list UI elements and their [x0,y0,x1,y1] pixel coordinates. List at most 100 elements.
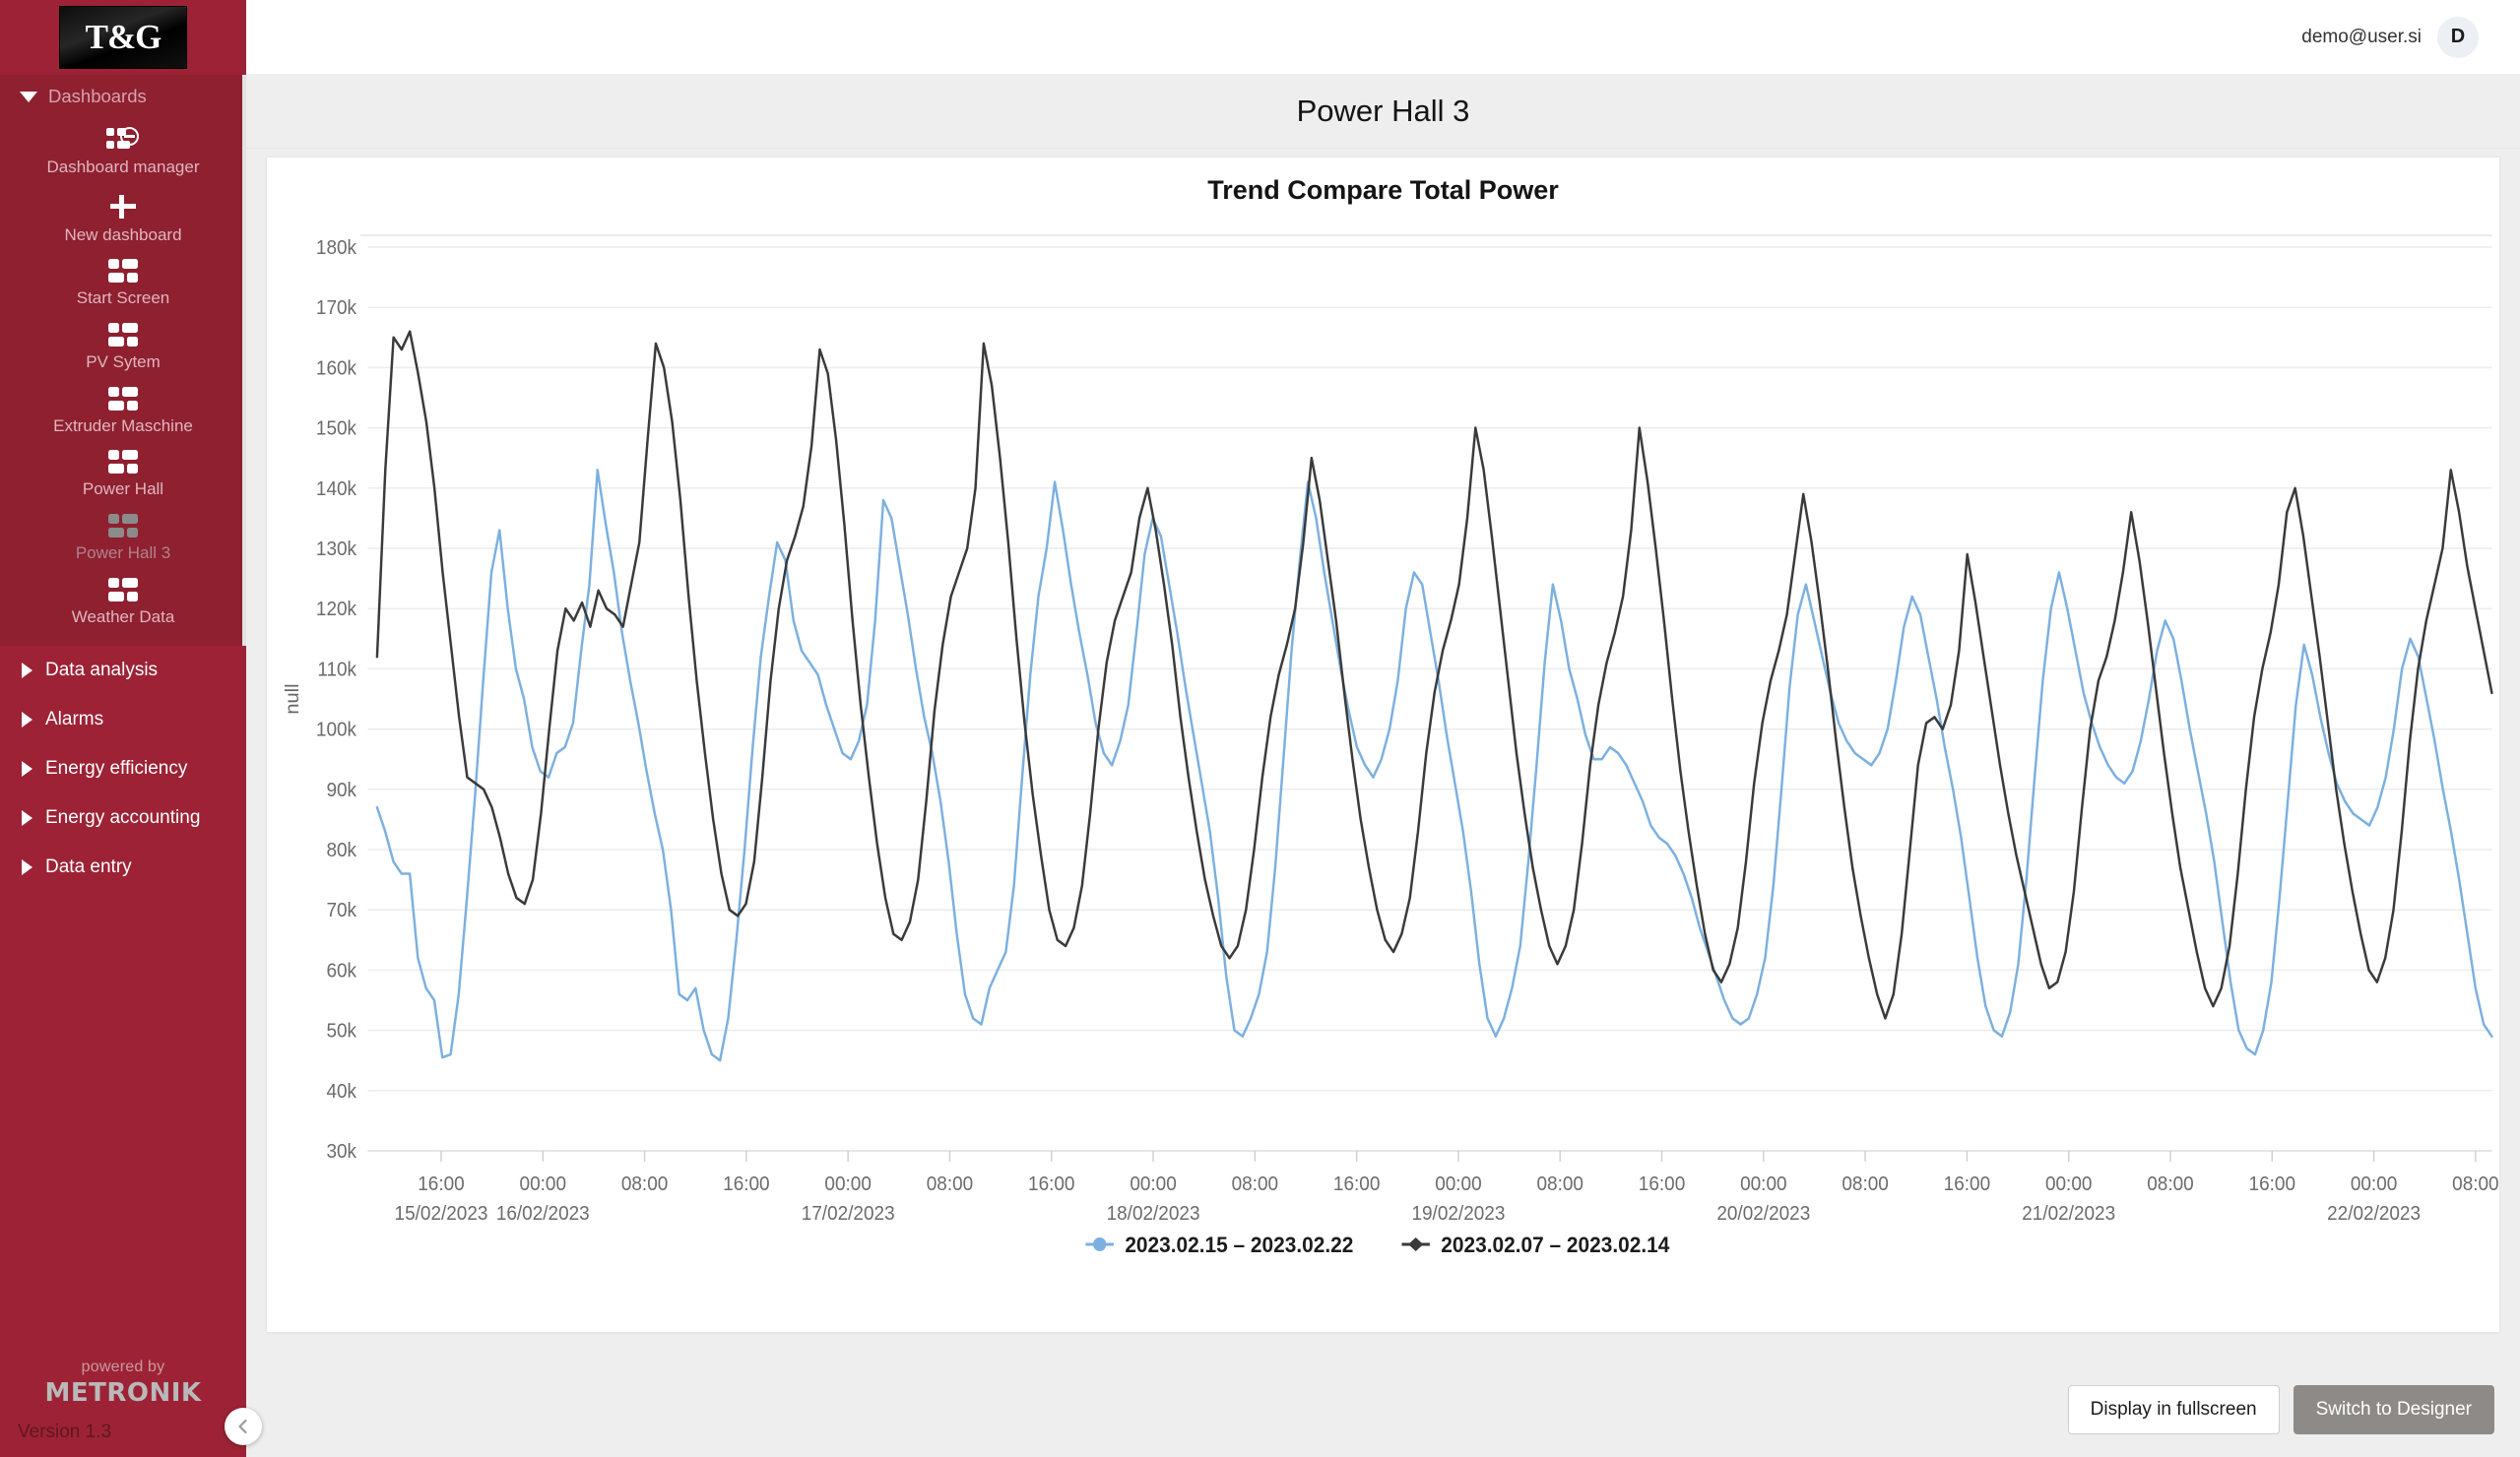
x-axis-tick-time: 08:00 [2452,1173,2499,1196]
plus-icon [108,192,138,222]
x-axis-tick-time: 00:00 [1130,1173,1177,1196]
y-axis-tick-label: 140k [316,477,356,500]
sidebar-item-label: New dashboard [64,224,182,244]
sidebar-item-start-screen[interactable]: Start Screen [0,251,246,315]
y-axis-tick-label: 80k [326,840,356,862]
dashboard-manager-icon [106,126,140,154]
y-axis-tick-label: 100k [316,719,356,741]
user-email-label: demo@user.si [2301,26,2422,47]
y-axis-title: null [283,683,303,714]
y-axis-tick-label: 130k [316,538,356,561]
x-axis-tick-time: 00:00 [2045,1173,2093,1196]
sidebar-group-alarms[interactable]: Alarms [0,695,246,744]
sidebar-item-extruder-maschine[interactable]: Extruder Maschine [0,379,246,443]
series-line-1 [375,330,2493,1020]
main-area: demo@user.si D Power Hall 3 Trend Compar… [246,0,2520,1457]
y-axis-tick-label: 40k [326,1080,356,1103]
y-axis-tick-label: 110k [317,659,356,681]
x-axis-tick-date: 18/02/2023 [1107,1203,1200,1226]
sidebar-group-label: Energy efficiency [45,757,188,779]
x-axis-tick-time: 00:00 [2351,1173,2398,1196]
sidebar-group-data-analysis[interactable]: Data analysis [0,646,246,695]
tiles-icon [108,450,138,475]
chart-holder[interactable]: 180k 170k 160k 150k 140k 130k 120k 110k 100k 90k 8… [267,206,2499,1289]
y-axis-tick-label: 170k [316,297,356,320]
x-axis-tick-date: 22/02/2023 [2327,1203,2421,1226]
top-bar: demo@user.si D [246,0,2520,75]
brand-logo[interactable]: T&G [0,0,246,75]
caret-right-icon [22,711,32,728]
x-axis-tick-time: 00:00 [824,1173,872,1196]
y-axis-tick-label: 70k [326,900,356,922]
sidebar-collapse-button[interactable] [225,1408,262,1445]
tiles-icon [108,323,138,348]
footer-bar: Display in fullscreen Switch to Designer [246,1362,2520,1457]
page-title: Power Hall 3 [1296,94,1470,128]
y-axis-tick-label: 120k [316,599,356,621]
x-axis-tick-time: 00:00 [520,1173,567,1196]
sidebar-item-label: PV Sytem [86,352,161,372]
dashboards-label: Dashboards [48,86,147,106]
sidebar-item-label: Dashboard manager [46,158,200,176]
x-axis-tick-date: 16/02/2023 [496,1203,590,1226]
chart-title: Trend Compare Total Power [1207,175,1559,205]
sidebar-item-label: Power Hall 3 [75,543,171,563]
x-axis-tick-date: 17/02/2023 [802,1203,895,1226]
display-fullscreen-button[interactable]: Display in fullscreen [2067,1385,2280,1434]
sidebar-group-label: Data analysis [45,659,159,680]
logo-box: T&G [60,7,186,68]
sidebar-group-energy-accounting[interactable]: Energy accounting [0,793,246,843]
sidebar-item-new-dashboard[interactable]: New dashboard [0,184,246,252]
powered-by-block: powered by METRONIK [0,1359,246,1414]
x-axis-tick-time: 16:00 [1944,1173,1991,1196]
x-axis-tick-time: 08:00 [1536,1173,1583,1196]
y-axis-tick-label: 150k [316,417,356,440]
x-axis-tick-date: 15/02/2023 [395,1203,488,1226]
series-line-0 [375,469,2493,1062]
x-axis-tick-time: 16:00 [418,1173,465,1196]
x-axis-tick-time: 00:00 [1740,1173,1787,1196]
x-axis-tick-time: 08:00 [1842,1173,1889,1196]
tiles-icon [108,514,138,539]
sidebar-item-power-hall-3[interactable]: Power Hall 3 [0,506,246,570]
dashboards-section: Dashboards Dashboard manager New dashboa… [0,75,246,646]
chevron-left-icon [238,1419,247,1434]
x-axis-tick-time: 08:00 [2147,1173,2194,1196]
x-axis-tick-time: 00:00 [1435,1173,1482,1196]
sidebar-group-data-entry[interactable]: Data entry [0,843,246,892]
switch-to-designer-button[interactable]: Switch to Designer [2293,1385,2494,1434]
y-axis-tick-label: 50k [326,1020,356,1043]
legend-label-1: 2023.02.07 – 2023.02.14 [1441,1234,1669,1258]
x-axis-tick-time: 08:00 [1232,1173,1279,1196]
sidebar-item-power-hall[interactable]: Power Hall [0,442,246,506]
y-axis-tick-label: 60k [326,960,356,982]
sidebar-group-label: Energy accounting [45,806,201,828]
x-axis-tick-time: 16:00 [1333,1173,1381,1196]
sidebar-item-label: Start Screen [76,288,170,308]
x-axis-tick-date: 20/02/2023 [1716,1203,1810,1226]
sidebar-item-pv-sytem[interactable]: PV Sytem [0,315,246,379]
sidebar-item-dashboard-manager[interactable]: Dashboard manager [0,118,246,184]
caret-right-icon [22,662,32,678]
x-axis-tick-time: 08:00 [927,1173,974,1196]
y-axis-tick-label: 30k [326,1141,356,1164]
metronik-logo: METRONIK [44,1378,202,1408]
dashboards-group-header[interactable]: Dashboards [0,75,246,118]
sidebar-item-label: Extruder Maschine [53,415,193,435]
trend-compare-chart[interactable]: 180k 170k 160k 150k 140k 130k 120k 110k 100k 90k 8… [267,206,2499,1289]
logo-text: T&G [85,18,162,56]
x-axis-tick-date: 19/02/2023 [1411,1203,1505,1226]
chart-legend: 2023.02.15 – 2023.02.22 2023.02.07 – 2023… [1085,1234,1669,1258]
sidebar-item-weather-data[interactable]: Weather Data [0,570,246,634]
y-axis-tick-label: 90k [326,779,356,801]
x-axis-tick-time: 16:00 [2249,1173,2296,1196]
caret-right-icon [22,760,32,777]
sidebar-group-label: Data entry [45,855,132,877]
chart-card: Trend Compare Total Power 180k 170k 160k 15… [266,157,2500,1333]
powered-by-label: powered by [81,1359,165,1375]
tiles-icon [108,386,138,412]
y-axis-tick-label: 180k [316,237,356,260]
x-axis-tick-time: 08:00 [621,1173,669,1196]
avatar[interactable]: D [2437,16,2479,58]
sidebar-group-energy-efficiency[interactable]: Energy efficiency [0,744,246,793]
